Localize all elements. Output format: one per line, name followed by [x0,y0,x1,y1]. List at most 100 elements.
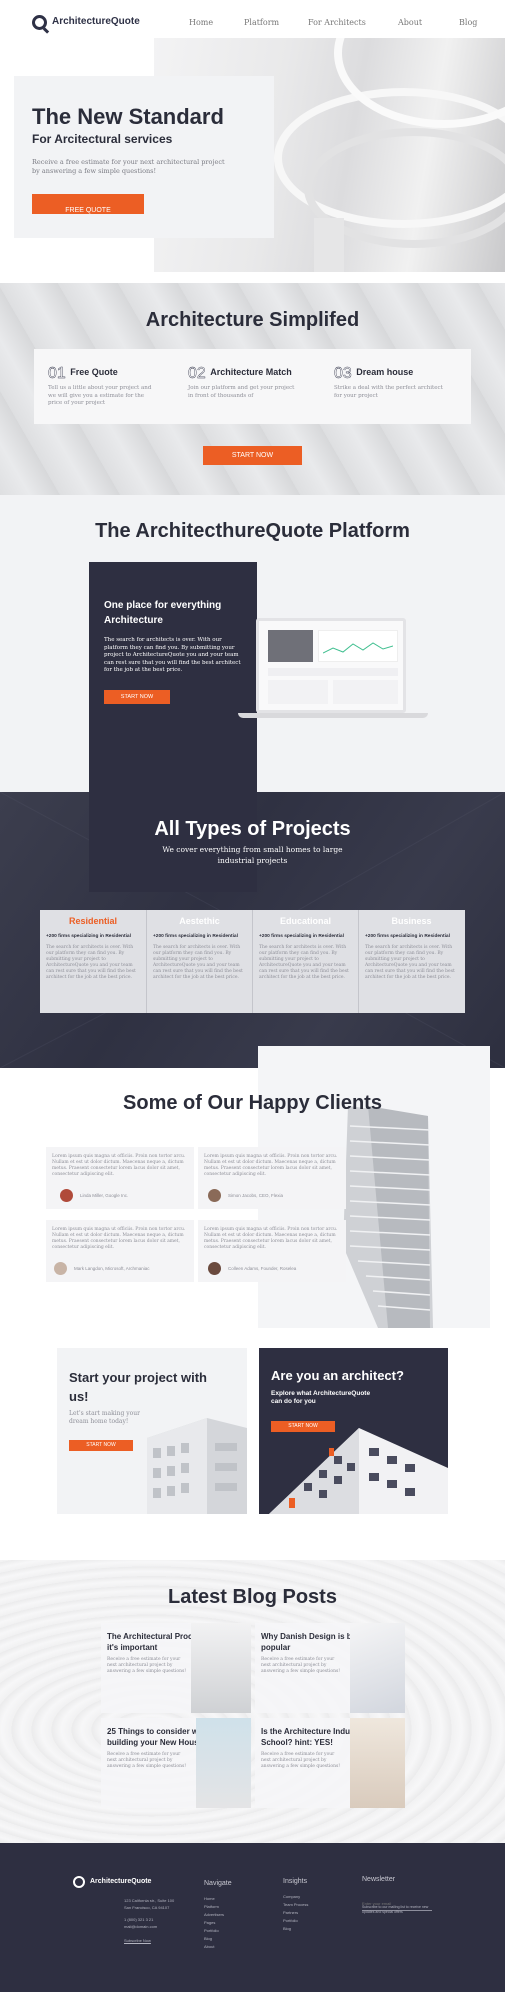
footer-address-1: 123 California str., Suite 100 [124,1898,175,1903]
testimonial-card: Lorem ipsum quis magna ut officiis. Proi… [198,1220,346,1282]
step-2-text: Join our platform and get your project i… [188,385,295,399]
step-1-number: 01 [48,365,66,382]
step-3-title: Dream house [356,367,414,377]
footer-newsletter-title: Newsletter [362,1876,396,1883]
testimonial-name: Mark Langdon, Microsoft, Archmaniac [74,1266,150,1271]
footer-nav-link[interactable]: Platform [204,1904,219,1909]
footer-nav-link[interactable]: Blog [204,1936,212,1941]
footer-insights-link[interactable]: Partners [283,1910,298,1915]
project-col-stat: +200 firms specializing in Residential [365,934,450,939]
testimonial-name: Simon Jacobs, CEO, Flexia [228,1193,284,1198]
project-col-title: Residential [68,916,117,926]
testimonial-text: Lorem ipsum quis magna ut officiis. Proi… [52,1154,186,1177]
laptop-mockup [238,618,428,720]
platform-start-button[interactable]: START NOW [104,690,170,704]
testimonial-name: Colleen Adams, Founder, Roselea [228,1266,297,1271]
blog-post-card[interactable]: 25 Things to consider when building your… [101,1718,251,1808]
footer-nav-link[interactable]: Home [204,1896,215,1901]
platform-card: One place for everything Architecture Th… [89,562,257,892]
step-3: 03 Dream house Strike a deal with the pe… [334,365,444,400]
logo-text[interactable]: ArchitectureQuote [52,16,140,27]
project-col-title: Business [391,916,432,926]
footer-insights-link[interactable]: Blog [283,1926,291,1931]
nav-about[interactable]: About [398,18,422,27]
avatar [208,1262,221,1275]
footer-navigate-title: Navigate [204,1880,232,1887]
projects-table: Residential +200 firms specializing in R… [40,910,465,1013]
blog-post-image [191,1623,251,1713]
avatar [54,1262,67,1275]
hero-card: The New Standard For Arcitectural servic… [14,76,274,238]
blog-post-card[interactable]: Is the Architecture Industry Old School?… [255,1718,405,1808]
footer-logo-icon[interactable] [73,1876,85,1888]
project-col-business[interactable]: Business +200 firms specializing in Resi… [358,910,464,1013]
nav-home[interactable]: Home [189,18,213,27]
project-col-aestethic[interactable]: Aestethic +200 firms specializing in Res… [146,910,252,1013]
building-image [147,1418,247,1514]
blog-title: Latest Blog Posts [168,1586,337,1608]
footer-nav-link[interactable]: Pages [204,1920,215,1925]
simplified-start-button[interactable]: START NOW [203,446,302,465]
avatar [208,1189,221,1202]
blog-post-text: Receive a free estimate for your next ar… [261,1657,341,1674]
hero-title: The New Standard [32,104,224,129]
footer-nav-link[interactable]: Advertisers [204,1912,224,1917]
footer-logo-text[interactable]: ArchitectureQuote [90,1878,151,1885]
blog-post-text: Receive a free estimate for your next ar… [107,1657,187,1674]
project-col-educational[interactable]: Educational +200 firms specializing in R… [252,910,358,1013]
nav-platform[interactable]: Platform [244,18,279,27]
blog-post-card[interactable]: Why Danish Design is becoming popular Re… [255,1623,405,1713]
newsletter-note: Subscribe to our mailing list to receive… [362,1905,429,1914]
blog-post-card[interactable]: The Architectural Process & Why it's imp… [101,1623,251,1713]
steps-card: 01 Free Quote Tell us a little about you… [34,349,471,424]
platform-title: The ArchitecthureQuote Platform [95,520,410,542]
projects-title: All Types of Projects [154,818,351,840]
avatar [60,1189,73,1202]
blog-post-image [350,1623,405,1713]
simplified-title: Architecture Simplifed [145,309,360,331]
project-col-stat: +200 firms specializing in Residential [153,934,238,939]
testimonial-card: Lorem ipsum quis magna ut officiis. Proi… [46,1220,194,1282]
footer-address-2: San Francisco, CA 94107 [124,1905,170,1910]
testimonial-text: Lorem ipsum quis magna ut officiis. Proi… [204,1154,338,1177]
footer-phone[interactable]: 1 (800) 321 3 21 [124,1917,153,1922]
blog-post-image [196,1718,251,1808]
architect-building-image [269,1428,448,1514]
project-col-stat: +200 firms specializing in Residential [46,934,131,939]
platform-card-text: The search for architects is over. With … [104,637,241,673]
footer-email[interactable]: mail@domain.com [124,1924,157,1929]
project-col-text: The search for architects is over. With … [153,945,243,980]
hero-subtitle: For Arcitectural services [32,132,173,146]
step-1: 01 Free Quote Tell us a little about you… [48,365,158,408]
site-footer [0,1843,505,1992]
site-header: ArchitectureQuote Home Platform For Arch… [0,0,505,40]
project-col-title: Aestethic [179,916,220,926]
nav-for-architects[interactable]: For Architects [308,18,366,27]
footer-insights-link[interactable]: Team Process [283,1902,308,1907]
step-3-number: 03 [334,365,352,382]
footer-nav-link[interactable]: About [204,1944,214,1949]
step-1-text: Tell us a little about your project and … [48,385,152,406]
start-project-card: Start your project with us! Let's start … [57,1348,247,1514]
free-quote-button[interactable]: FREE QUOTE [32,194,144,214]
nav-blog[interactable]: Blog [459,18,477,27]
project-col-text: The search for architects is over. With … [46,945,136,980]
project-col-text: The search for architects is over. With … [259,945,349,980]
step-3-text: Strike a deal with the perfect architect… [334,385,443,399]
blog-post-image [350,1718,405,1808]
project-col-text: The search for architects is over. With … [365,945,455,980]
footer-nav-link[interactable]: Portfolio [204,1928,219,1933]
footer-insights-link[interactable]: Company [283,1894,300,1899]
step-1-title: Free Quote [70,367,118,377]
projects-subtitle: We cover everything from small homes to … [162,845,343,865]
footer-insights-link[interactable]: Portfolio [283,1918,298,1923]
logo-icon[interactable] [32,15,47,30]
testimonial-text: Lorem ipsum quis magna ut officiis. Proi… [204,1227,338,1250]
project-col-residential[interactable]: Residential +200 firms specializing in R… [40,910,146,1013]
platform-card-title: One place for everything Architecture [104,600,222,626]
footer-subscribe-link[interactable]: Subscribe Now [124,1938,151,1943]
project-col-stat: +200 firms specializing in Residential [259,934,344,939]
step-2-title: Architecture Match [210,367,292,377]
clients-title: Some of Our Happy Clients [123,1092,382,1114]
blog-post-text: Receive a free estimate for your next ar… [261,1752,341,1769]
